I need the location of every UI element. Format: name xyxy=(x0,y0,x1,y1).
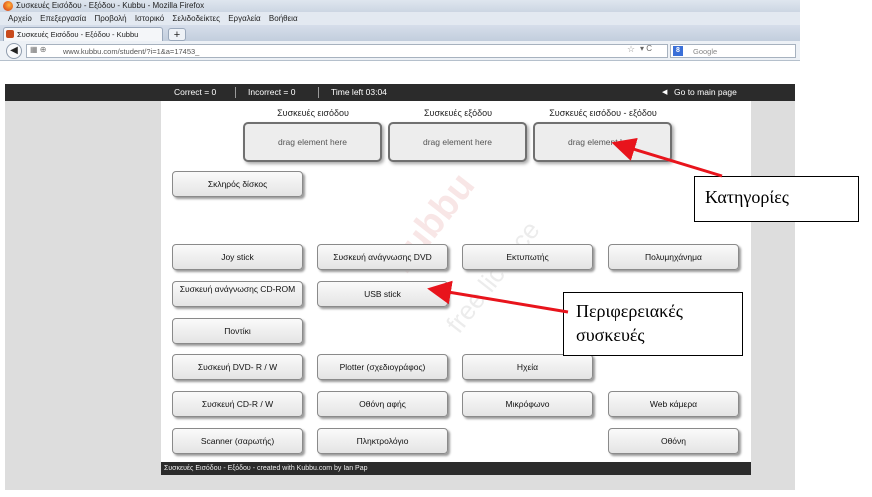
arrow-to-devices xyxy=(427,280,569,314)
annotation-arrows xyxy=(427,137,723,314)
arrow-to-categories xyxy=(611,137,723,178)
